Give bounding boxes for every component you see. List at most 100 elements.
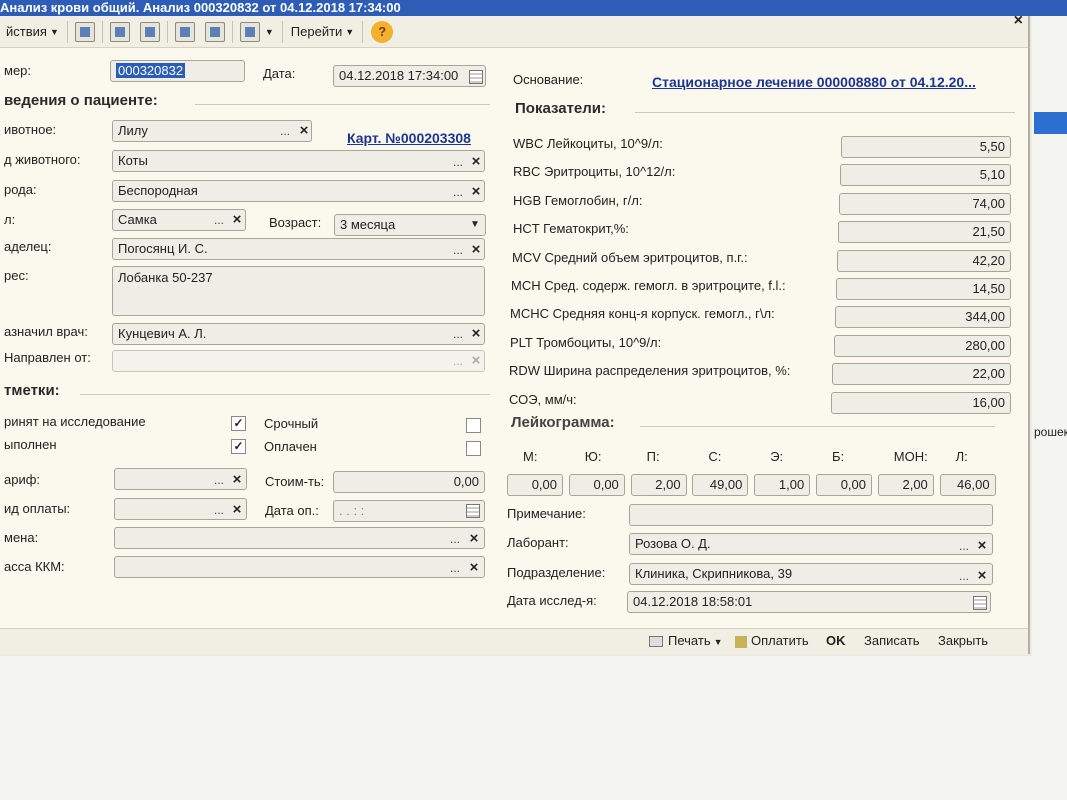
copy-icon[interactable]: [139, 21, 160, 42]
select-button[interactable]: ...: [276, 121, 294, 141]
select-button[interactable]: ...: [449, 152, 467, 172]
kkm-field[interactable]: [114, 556, 485, 578]
select-button[interactable]: ...: [955, 566, 973, 586]
dept-field[interactable]: Клиника, Скрипникова, 39: [629, 563, 993, 585]
help-icon[interactable]: ?: [371, 20, 394, 43]
lab-field[interactable]: Розова О. Д.: [629, 533, 993, 555]
paid-label: Оплачен: [264, 439, 317, 454]
clear-icon[interactable]: ×: [974, 536, 990, 556]
indicator-value-field[interactable]: 74,00: [839, 192, 1011, 215]
paid-checkbox[interactable]: [466, 441, 481, 456]
leuko-col-label: П:: [646, 449, 660, 464]
select-button[interactable]: ...: [449, 351, 467, 371]
paydate-label: Дата оп.:: [265, 503, 319, 518]
goto-menu[interactable]: Перейти ▼: [285, 20, 360, 44]
indicator-value-field[interactable]: 5,50: [841, 136, 1011, 158]
post-document-icon[interactable]: [174, 21, 195, 42]
select-button[interactable]: ...: [446, 529, 464, 549]
close-button[interactable]: Закрыть: [938, 633, 988, 648]
clear-icon[interactable]: ×: [296, 121, 312, 141]
leuko-col-label: Б:: [832, 449, 845, 464]
address-label: рес:: [4, 268, 29, 283]
based-on-icon[interactable]: [239, 21, 260, 42]
refresh-icon[interactable]: [109, 21, 130, 42]
breed-label: рода:: [4, 182, 37, 197]
calendar-icon[interactable]: [973, 596, 987, 610]
form-footer: Печать ▼ Оплатить OK Записать Закрыть: [0, 628, 1028, 654]
indicator-value-field[interactable]: 16,00: [831, 391, 1011, 414]
basis-link[interactable]: Стационарное лечение 000008880 от 04.12.…: [652, 74, 976, 90]
window-title: Анализ крови общий. Анализ 000320832 от …: [0, 0, 1067, 16]
accepted-checkbox[interactable]: ✓: [231, 416, 246, 431]
clear-icon[interactable]: ×: [229, 210, 245, 230]
clear-icon[interactable]: ×: [229, 500, 245, 520]
select-button[interactable]: ...: [210, 500, 228, 520]
urgent-checkbox[interactable]: [466, 418, 481, 433]
ok-button[interactable]: OK: [826, 633, 846, 648]
leuko-value-field[interactable]: 2,00: [630, 474, 687, 496]
doctor-field[interactable]: Кунцевич А. Л.: [112, 323, 485, 345]
coins-icon: [735, 635, 747, 648]
studydate-label: Дата исслед-я:: [507, 593, 597, 608]
indicator-value-field[interactable]: 22,00: [832, 363, 1011, 386]
leuko-value-field[interactable]: 2,00: [877, 474, 934, 496]
print-button[interactable]: Печать ▼: [649, 633, 723, 648]
note-field[interactable]: [629, 504, 993, 526]
select-button[interactable]: ...: [449, 240, 467, 260]
select-button[interactable]: ...: [446, 558, 464, 578]
indicator-value-field[interactable]: 14,50: [836, 278, 1011, 300]
chevron-down-icon: ▼: [713, 637, 723, 647]
indicator-value-field[interactable]: 5,10: [840, 164, 1011, 187]
leuko-value-field[interactable]: 0,00: [568, 474, 625, 496]
address-field[interactable]: Лобанка 50-237: [112, 266, 485, 316]
age-value: 3 месяца: [340, 217, 396, 232]
studydate-field[interactable]: 04.12.2018 18:58:01: [627, 591, 991, 613]
done-checkbox[interactable]: ✓: [231, 439, 246, 454]
indicator-value-field[interactable]: 344,00: [835, 306, 1011, 329]
number-field[interactable]: 000320832: [110, 60, 245, 82]
leuko-value-field[interactable]: 1,00: [754, 474, 811, 496]
chevron-down-icon[interactable]: ▼: [467, 215, 483, 235]
paydate-field[interactable]: . . : :: [333, 500, 485, 522]
clear-icon[interactable]: ×: [468, 324, 484, 344]
unpost-document-icon[interactable]: [204, 21, 225, 42]
save-button[interactable]: Записать: [864, 633, 920, 648]
clear-icon[interactable]: ×: [466, 558, 482, 578]
chevron-down-icon: ▼: [345, 26, 355, 37]
calendar-icon[interactable]: [466, 504, 480, 518]
age-select[interactable]: 3 месяца: [334, 214, 486, 236]
select-button[interactable]: ...: [210, 470, 228, 490]
indicator-value-field[interactable]: 280,00: [834, 334, 1011, 357]
move-icon[interactable]: [74, 21, 95, 42]
owner-field[interactable]: Погосянц И. С.: [112, 238, 485, 260]
actions-menu[interactable]: йствия ▼: [0, 20, 65, 44]
species-field[interactable]: Коты: [112, 150, 485, 172]
referred-field[interactable]: [112, 350, 485, 372]
indicator-value-field[interactable]: 21,50: [838, 221, 1011, 244]
leuko-value-field[interactable]: 0,00: [507, 474, 563, 496]
clear-icon[interactable]: ×: [229, 470, 245, 490]
select-button[interactable]: ...: [955, 536, 973, 556]
select-button[interactable]: ...: [449, 324, 467, 344]
pay-button[interactable]: Оплатить: [735, 633, 809, 648]
clear-icon[interactable]: ×: [974, 566, 990, 586]
chevron-down-icon[interactable]: ▼: [265, 27, 274, 37]
clear-icon[interactable]: ×: [468, 351, 484, 371]
select-button[interactable]: ...: [449, 182, 467, 202]
cost-field[interactable]: 0,00: [333, 471, 485, 493]
date-field[interactable]: 04.12.2018 17:34:00: [333, 65, 486, 87]
card-link[interactable]: Карт. №000203308: [347, 130, 471, 146]
clear-icon[interactable]: ×: [468, 240, 484, 260]
calendar-icon[interactable]: [469, 70, 483, 84]
clear-icon[interactable]: ×: [468, 182, 484, 202]
breed-field[interactable]: Беспородная: [112, 180, 485, 202]
close-icon[interactable]: ×: [1014, 12, 1023, 30]
leuko-value-field[interactable]: 46,00: [939, 474, 996, 496]
shift-field[interactable]: [114, 527, 485, 549]
clear-icon[interactable]: ×: [468, 152, 484, 172]
clear-icon[interactable]: ×: [466, 529, 482, 549]
leuko-value-field[interactable]: 49,00: [692, 474, 749, 496]
indicator-value-field[interactable]: 42,20: [837, 249, 1011, 272]
select-button[interactable]: ...: [210, 210, 228, 230]
leuko-value-field[interactable]: 0,00: [816, 474, 872, 496]
